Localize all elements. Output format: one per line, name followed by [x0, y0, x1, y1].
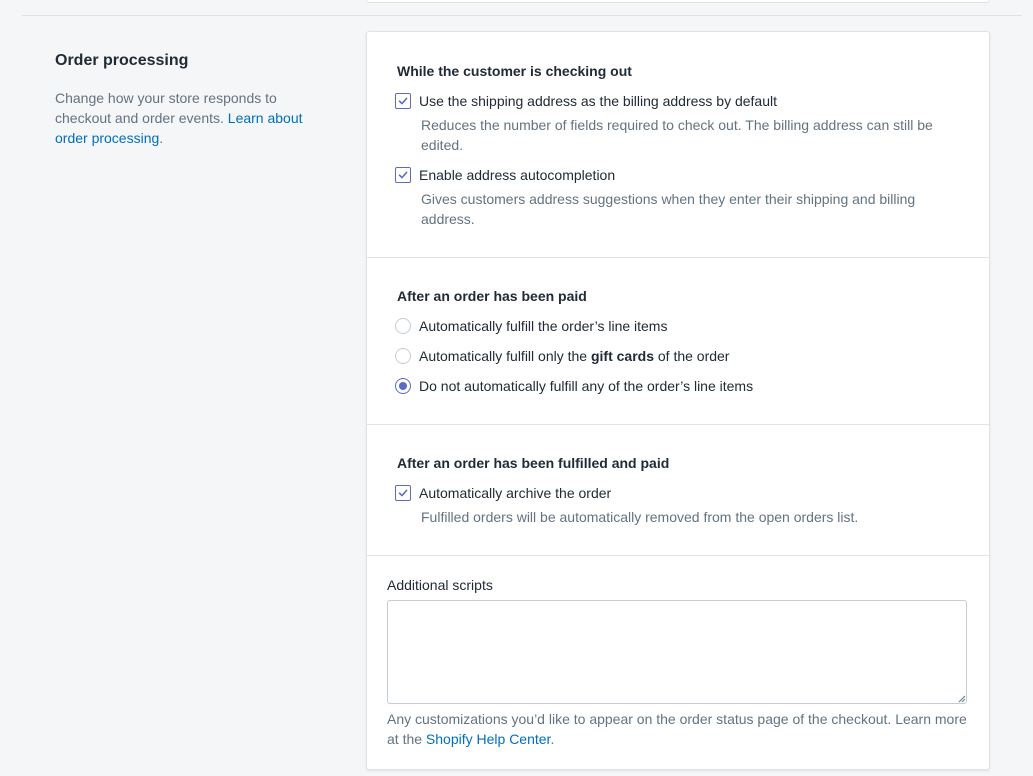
paid-section-title: After an order has been paid: [397, 288, 587, 304]
address-autocompletion-option[interactable]: Enable address autocompletion: [395, 165, 615, 185]
address-autocompletion-label[interactable]: Enable address autocompletion: [419, 165, 615, 185]
fulfill-gift-cards-label-before: Automatically fulfill only the: [419, 348, 591, 364]
annotation-description: Change how your store responds to checko…: [55, 88, 325, 148]
annotation-title: Order processing: [55, 52, 189, 69]
fulfilled-section-title: After an order has been fulfilled and pa…: [397, 455, 670, 471]
section-divider: [22, 15, 1022, 16]
do-not-fulfill-option[interactable]: Do not automatically fulfill any of the …: [395, 376, 753, 396]
fulfill-gift-cards-label[interactable]: Automatically fulfill only the gift card…: [419, 346, 729, 366]
scripts-section: Additional scripts Any customizations yo…: [367, 555, 989, 769]
shopify-help-center-link[interactable]: Shopify Help Center: [426, 731, 551, 747]
resize-grip-icon[interactable]: [957, 694, 966, 703]
additional-scripts-textarea[interactable]: [387, 600, 967, 704]
paid-section: After an order has been paid Automatical…: [367, 257, 989, 425]
order-processing-card: While the customer is checking out Use t…: [366, 31, 990, 770]
do-not-fulfill-radio[interactable]: [395, 378, 411, 394]
checkout-section-title: While the customer is checking out: [397, 63, 632, 79]
checkmark-icon: [398, 489, 408, 497]
address-autocompletion-help: Gives customers address suggestions when…: [421, 191, 916, 227]
use-shipping-as-billing-checkbox[interactable]: [395, 93, 411, 109]
fulfill-all-line-items-label[interactable]: Automatically fulfill the order’s line i…: [419, 316, 667, 336]
fulfill-gift-cards-label-bold: gift cards: [590, 348, 654, 364]
address-autocompletion-checkbox[interactable]: [395, 167, 411, 183]
use-shipping-as-billing-label[interactable]: Use the shipping address as the billing …: [419, 91, 777, 111]
use-shipping-as-billing-option[interactable]: Use the shipping address as the billing …: [395, 91, 777, 111]
additional-scripts-label: Additional scripts: [387, 577, 493, 593]
checkmark-icon: [398, 97, 408, 105]
fulfill-all-line-items-option[interactable]: Automatically fulfill the order’s line i…: [395, 316, 667, 336]
checkout-section: While the customer is checking out Use t…: [367, 32, 989, 258]
use-shipping-as-billing-help: Reduces the number of fields required to…: [421, 117, 933, 153]
archive-order-help: Fulfilled orders will be automatically r…: [421, 509, 859, 525]
checkmark-icon: [398, 171, 408, 179]
fulfill-gift-cards-radio[interactable]: [395, 348, 411, 364]
previous-card-edge: [366, 0, 990, 3]
fulfill-gift-cards-option[interactable]: Automatically fulfill only the gift card…: [395, 346, 729, 366]
archive-order-checkbox[interactable]: [395, 485, 411, 501]
do-not-fulfill-label[interactable]: Do not automatically fulfill any of the …: [419, 376, 753, 396]
radio-selected-dot: [399, 382, 407, 390]
fulfilled-section: After an order has been fulfilled and pa…: [367, 424, 989, 556]
archive-order-option[interactable]: Automatically archive the order: [395, 483, 611, 503]
fulfill-all-line-items-radio[interactable]: [395, 318, 411, 334]
fulfill-gift-cards-label-after: of the order: [653, 348, 730, 364]
order-processing-annotation: Order processing Change how your store r…: [55, 50, 325, 148]
additional-scripts-help-end: .: [550, 731, 555, 747]
additional-scripts-help: Any customizations you’d like to appear …: [387, 709, 977, 749]
annotation-period: .: [159, 130, 164, 146]
archive-order-label[interactable]: Automatically archive the order: [419, 483, 611, 503]
